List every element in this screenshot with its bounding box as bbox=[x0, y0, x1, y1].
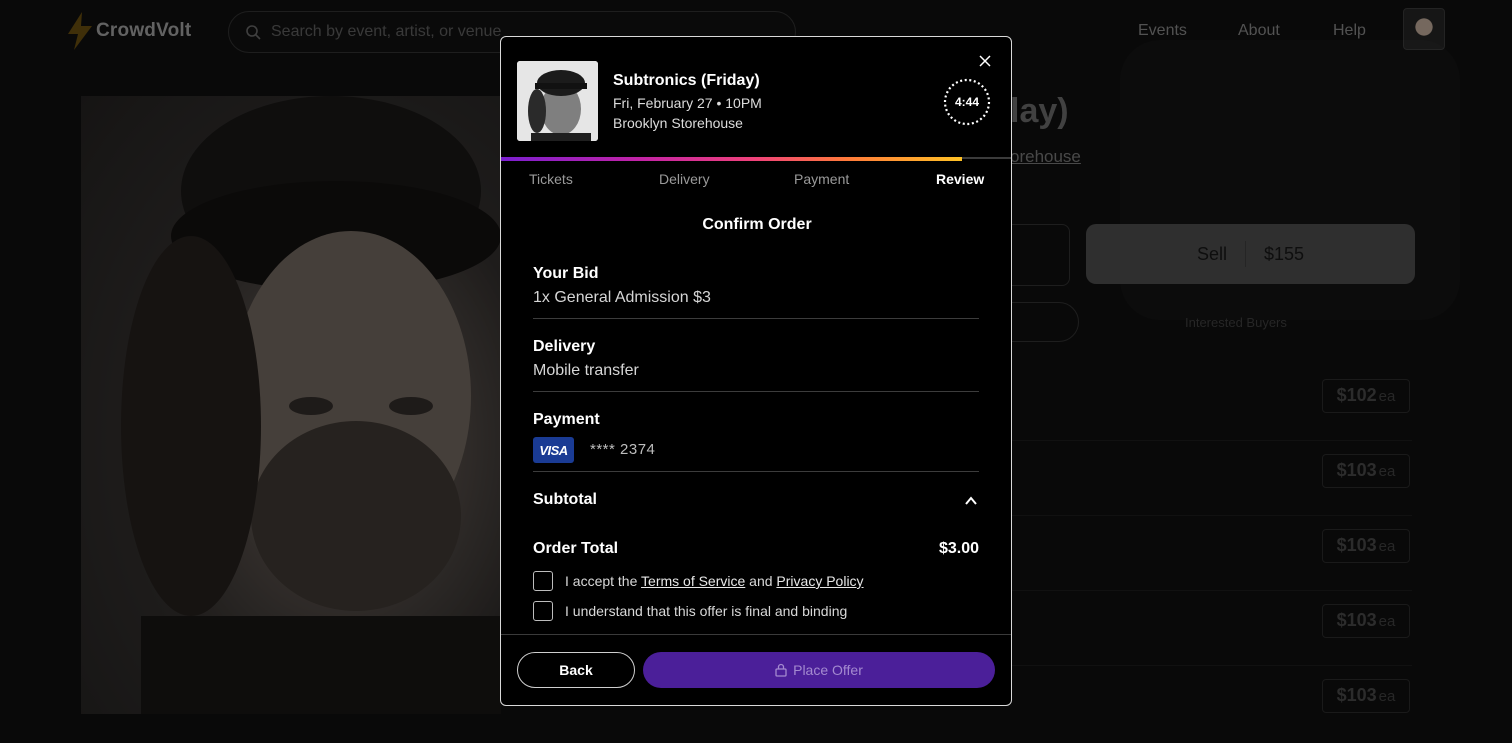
bid-value: 1x General Admission $3 bbox=[533, 289, 711, 306]
visa-card-icon: VISA bbox=[533, 437, 574, 463]
step-review[interactable]: Review bbox=[936, 171, 984, 187]
binding-text: I understand that this offer is final an… bbox=[565, 603, 848, 619]
terms-and: and bbox=[749, 573, 773, 589]
step-delivery[interactable]: Delivery bbox=[659, 171, 710, 187]
progress-bar bbox=[501, 157, 962, 161]
terms-row: I accept the Terms of Service and Privac… bbox=[533, 571, 864, 591]
card-number: **** 2374 bbox=[590, 441, 656, 458]
countdown-timer: 4:44 bbox=[954, 95, 980, 109]
order-total-value: $3.00 bbox=[938, 540, 979, 557]
terms-text: I accept the Terms of Service and Privac… bbox=[565, 573, 864, 589]
privacy-policy-link[interactable]: Privacy Policy bbox=[776, 573, 863, 589]
terms-checkbox[interactable] bbox=[533, 571, 553, 591]
delivery-value: Mobile transfer bbox=[533, 362, 639, 379]
bid-label: Your Bid bbox=[533, 265, 599, 282]
binding-checkbox[interactable] bbox=[533, 601, 553, 621]
event-venue: Brooklyn Storehouse bbox=[613, 115, 743, 131]
payment-section: Payment bbox=[533, 411, 979, 429]
divider bbox=[533, 471, 979, 472]
checkout-steps: Tickets Delivery Payment Review bbox=[501, 171, 1011, 191]
delivery-label: Delivery bbox=[533, 338, 596, 355]
delivery-section: Delivery Mobile transfer bbox=[533, 338, 979, 380]
lock-icon bbox=[775, 663, 787, 677]
step-payment[interactable]: Payment bbox=[794, 171, 849, 187]
place-offer-button[interactable]: Place Offer bbox=[643, 652, 995, 688]
confirm-order-heading: Confirm Order bbox=[702, 216, 812, 233]
event-date: Fri, February 27 • 10PM bbox=[613, 95, 762, 111]
order-total-label: Order Total bbox=[533, 540, 619, 557]
divider bbox=[533, 391, 979, 392]
bid-section: Your Bid 1x General Admission $3 bbox=[533, 265, 979, 307]
terms-of-service-link[interactable]: Terms of Service bbox=[641, 573, 745, 589]
close-icon bbox=[979, 55, 991, 67]
event-thumbnail bbox=[517, 61, 598, 141]
event-title: Subtronics (Friday) bbox=[613, 72, 760, 89]
payment-label: Payment bbox=[533, 411, 600, 428]
divider bbox=[533, 318, 979, 319]
back-button[interactable]: Back bbox=[517, 652, 635, 688]
place-offer-label: Place Offer bbox=[793, 662, 863, 678]
close-button[interactable] bbox=[975, 51, 995, 71]
terms-prefix: I accept the bbox=[565, 573, 638, 589]
chevron-up-icon[interactable] bbox=[963, 493, 979, 509]
step-tickets[interactable]: Tickets bbox=[529, 171, 573, 187]
checkout-modal: Subtronics (Friday) Fri, February 27 • 1… bbox=[500, 36, 1012, 706]
binding-row: I understand that this offer is final an… bbox=[533, 601, 847, 621]
subtotal-label[interactable]: Subtotal bbox=[533, 491, 597, 509]
footer-divider bbox=[501, 634, 1011, 635]
